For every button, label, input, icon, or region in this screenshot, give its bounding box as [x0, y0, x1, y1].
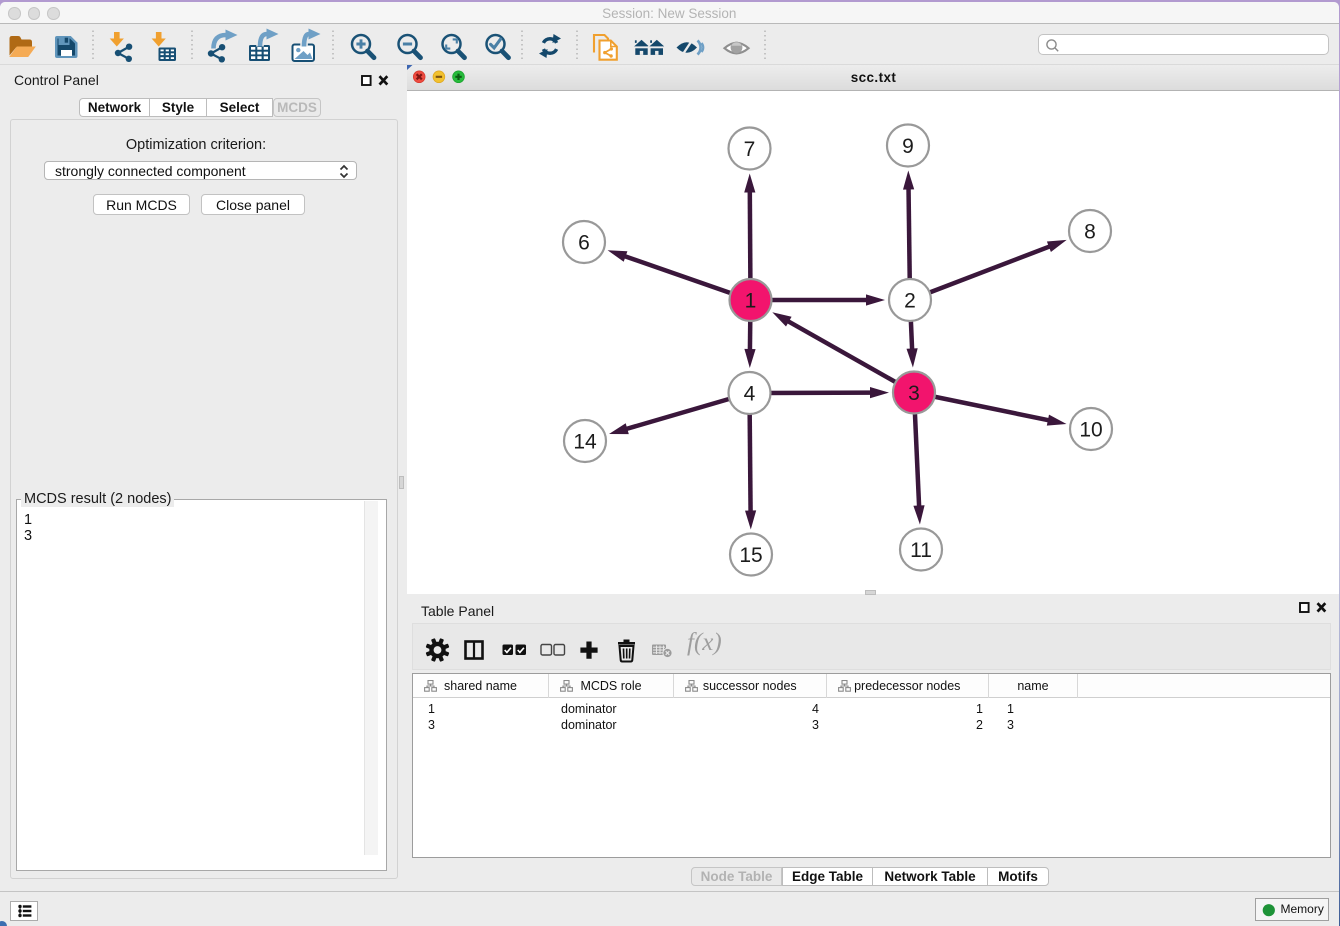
svg-text:6: 6 [578, 232, 590, 255]
svg-text:9: 9 [902, 135, 914, 158]
svg-text:11: 11 [910, 539, 932, 562]
svg-text:3: 3 [908, 382, 920, 405]
svg-text:14: 14 [573, 431, 597, 454]
svg-text:8: 8 [1084, 221, 1096, 244]
svg-text:4: 4 [744, 383, 756, 406]
svg-text:2: 2 [904, 290, 916, 313]
svg-text:15: 15 [739, 544, 762, 567]
svg-text:7: 7 [744, 138, 756, 161]
svg-text:1: 1 [745, 290, 757, 313]
svg-text:10: 10 [1079, 419, 1102, 442]
